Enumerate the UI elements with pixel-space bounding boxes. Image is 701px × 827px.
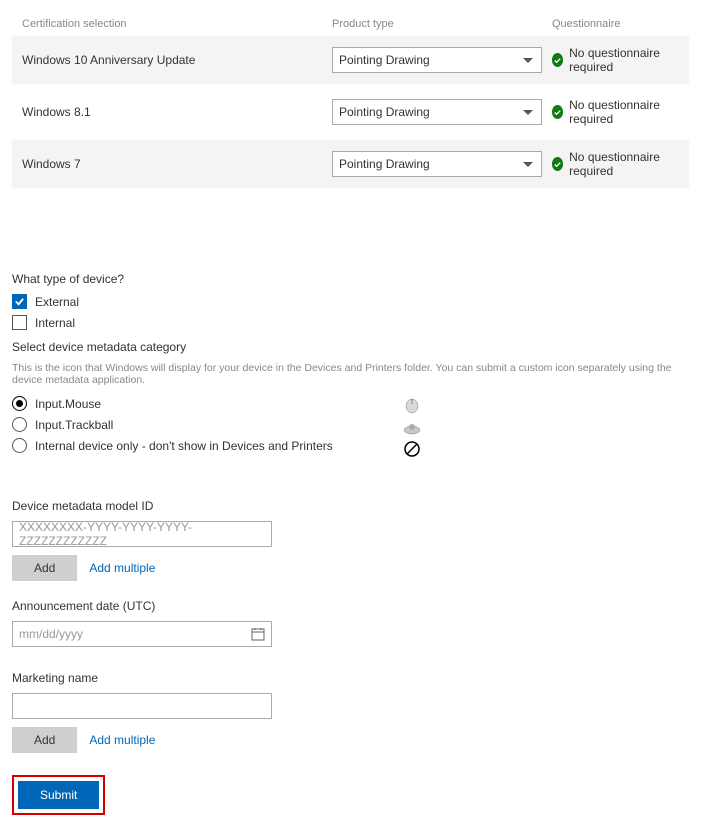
check-circle-icon	[552, 105, 563, 119]
cert-name: Windows 7	[22, 157, 332, 171]
questionnaire-status: No questionnaire required	[569, 98, 679, 126]
questionnaire-status: No questionnaire required	[569, 46, 679, 74]
mouse-label: Input.Mouse	[35, 397, 101, 411]
certification-table: Certification selection Product type Que…	[12, 12, 689, 188]
product-type-value: Pointing Drawing	[339, 53, 430, 67]
product-type-select[interactable]: Pointing Drawing	[332, 99, 542, 125]
product-type-value: Pointing Drawing	[339, 157, 430, 171]
internal-only-radio[interactable]	[12, 438, 27, 453]
metadata-help-text: This is the icon that Windows will displ…	[12, 362, 689, 386]
marketing-name-input[interactable]	[12, 693, 272, 719]
device-type-label: What type of device?	[12, 272, 689, 286]
internal-label: Internal	[35, 316, 75, 330]
product-type-value: Pointing Drawing	[339, 105, 430, 119]
metadata-options: Input.Mouse Input.Trackball Internal dev…	[12, 396, 689, 453]
header-certification: Certification selection	[22, 18, 332, 30]
marketing-name-label: Marketing name	[12, 671, 689, 685]
external-label: External	[35, 295, 79, 309]
submit-button[interactable]: Submit	[18, 781, 99, 809]
model-id-placeholder: XXXXXXXX-YYYY-YYYY-YYYY-ZZZZZZZZZZZZ	[19, 520, 265, 548]
model-id-input[interactable]: XXXXXXXX-YYYY-YYYY-YYYY-ZZZZZZZZZZZZ	[12, 521, 272, 547]
trackball-radio[interactable]	[12, 417, 27, 432]
trackball-label: Input.Trackball	[35, 418, 113, 432]
mouse-radio[interactable]	[12, 396, 27, 411]
model-id-add-button[interactable]: Add	[12, 555, 77, 581]
internal-only-label: Internal device only - don't show in Dev…	[35, 439, 333, 453]
model-id-label: Device metadata model ID	[12, 499, 689, 513]
no-sign-icon	[402, 440, 422, 458]
metadata-category-label: Select device metadata category	[12, 340, 689, 354]
header-questionnaire: Questionnaire	[552, 18, 679, 30]
check-circle-icon	[552, 53, 563, 67]
marketing-add-multiple-link[interactable]: Add multiple	[89, 733, 155, 747]
header-product-type: Product type	[332, 18, 552, 30]
questionnaire-status: No questionnaire required	[569, 150, 679, 178]
cert-table-header: Certification selection Product type Que…	[12, 12, 689, 36]
external-checkbox[interactable]	[12, 294, 27, 309]
model-id-add-multiple-link[interactable]: Add multiple	[89, 561, 155, 575]
marketing-add-button[interactable]: Add	[12, 727, 77, 753]
table-row: Windows 8.1 Pointing Drawing No question…	[12, 88, 689, 136]
calendar-icon[interactable]	[251, 627, 265, 641]
product-type-select[interactable]: Pointing Drawing	[332, 151, 542, 177]
internal-checkbox[interactable]	[12, 315, 27, 330]
announcement-date-placeholder: mm/dd/yyyy	[19, 627, 83, 641]
announcement-date-label: Announcement date (UTC)	[12, 599, 689, 613]
check-circle-icon	[552, 157, 563, 171]
table-row: Windows 10 Anniversary Update Pointing D…	[12, 36, 689, 84]
mouse-icon	[402, 396, 422, 414]
announcement-date-input[interactable]: mm/dd/yyyy	[12, 621, 272, 647]
table-row: Windows 7 Pointing Drawing No questionna…	[12, 140, 689, 188]
cert-name: Windows 8.1	[22, 105, 332, 119]
cert-name: Windows 10 Anniversary Update	[22, 53, 332, 67]
trackball-icon	[402, 418, 422, 436]
product-type-select[interactable]: Pointing Drawing	[332, 47, 542, 73]
submit-highlight: Submit	[12, 775, 105, 815]
